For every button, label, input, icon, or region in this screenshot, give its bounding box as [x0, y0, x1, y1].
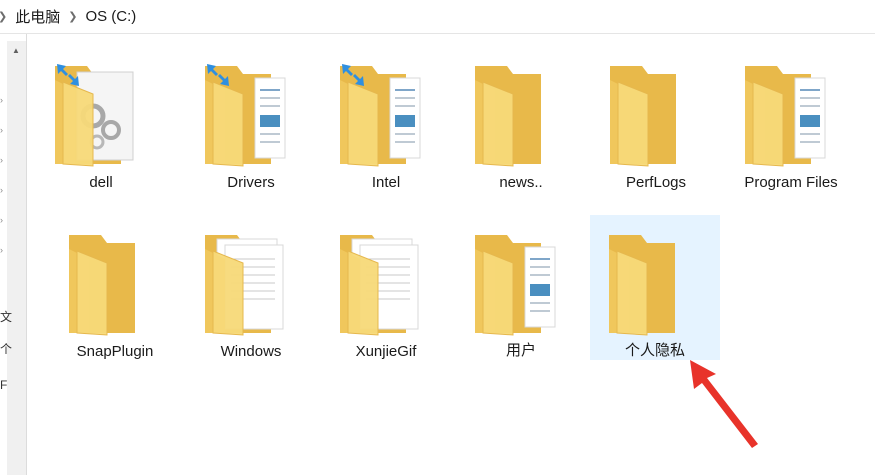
chevron-right-icon[interactable]: ❯ [62, 10, 83, 23]
folder-label: 用户 [505, 342, 536, 359]
folder-item[interactable]: SnapPlugin [50, 215, 180, 360]
folder-item[interactable]: 用户 [456, 215, 586, 360]
folder-item[interactable]: XunjieGif [321, 215, 451, 360]
folder-icon [338, 60, 434, 168]
file-explorer-window: ❯ 此电脑 ❯ OS (C:) ▲ › › › › › › 文 个 F dell [0, 0, 875, 475]
chevron-right-icon[interactable]: › [0, 215, 3, 225]
folder-icon [53, 60, 149, 168]
chevron-right-icon[interactable]: › [0, 185, 3, 195]
address-bar[interactable]: ❯ 此电脑 ❯ OS (C:) [0, 0, 875, 34]
folder-item[interactable]: PerfLogs [591, 46, 721, 191]
folder-label: news.. [499, 174, 543, 191]
folder-label: Windows [220, 343, 282, 360]
breadcrumb-drive-c[interactable]: OS (C:) [83, 8, 138, 25]
nav-item-fragment[interactable]: F [0, 378, 7, 392]
nav-item-fragment[interactable]: 文 [0, 308, 12, 325]
folder-item[interactable]: news.. [456, 46, 586, 191]
folder-label: 个人隐私 [624, 342, 685, 359]
folder-icon [473, 229, 569, 336]
folder-icon [338, 229, 434, 337]
folder-item[interactable]: Drivers [186, 46, 316, 191]
folder-icon [473, 60, 569, 168]
folder-label: dell [89, 174, 113, 191]
folder-item[interactable]: dell [36, 46, 166, 191]
scroll-up-arrow-icon[interactable]: ▲ [12, 46, 20, 55]
folder-icon [743, 60, 839, 168]
annotation-arrow-icon [690, 360, 758, 448]
folder-label: PerfLogs [625, 174, 687, 191]
chevron-right-icon[interactable]: › [0, 155, 3, 165]
chevron-right-icon[interactable]: › [0, 125, 3, 135]
navigation-scrollbar[interactable] [7, 41, 26, 475]
breadcrumb-this-pc[interactable]: 此电脑 [13, 6, 62, 27]
folder-item[interactable]: Intel [321, 46, 451, 191]
folder-item[interactable]: Program Files [726, 46, 856, 191]
folder-label: XunjieGif [355, 343, 417, 360]
folder-icon [608, 60, 704, 168]
folder-label: Drivers [227, 174, 275, 191]
chevron-right-icon[interactable]: › [0, 95, 3, 105]
folder-icon [203, 60, 299, 168]
folder-item[interactable]: Windows [186, 215, 316, 360]
folder-icon [203, 229, 299, 337]
folder-icon [607, 229, 703, 336]
chevron-right-icon[interactable]: ❯ [0, 10, 13, 23]
folder-label: SnapPlugin [76, 343, 154, 360]
folder-label: Program Files [744, 174, 838, 191]
folder-label: Intel [371, 174, 401, 191]
chevron-right-icon[interactable]: › [0, 245, 3, 255]
nav-item-fragment[interactable]: 个 [0, 340, 12, 357]
folder-icon [67, 229, 163, 337]
folder-item[interactable]: 个人隐私 [590, 215, 720, 360]
